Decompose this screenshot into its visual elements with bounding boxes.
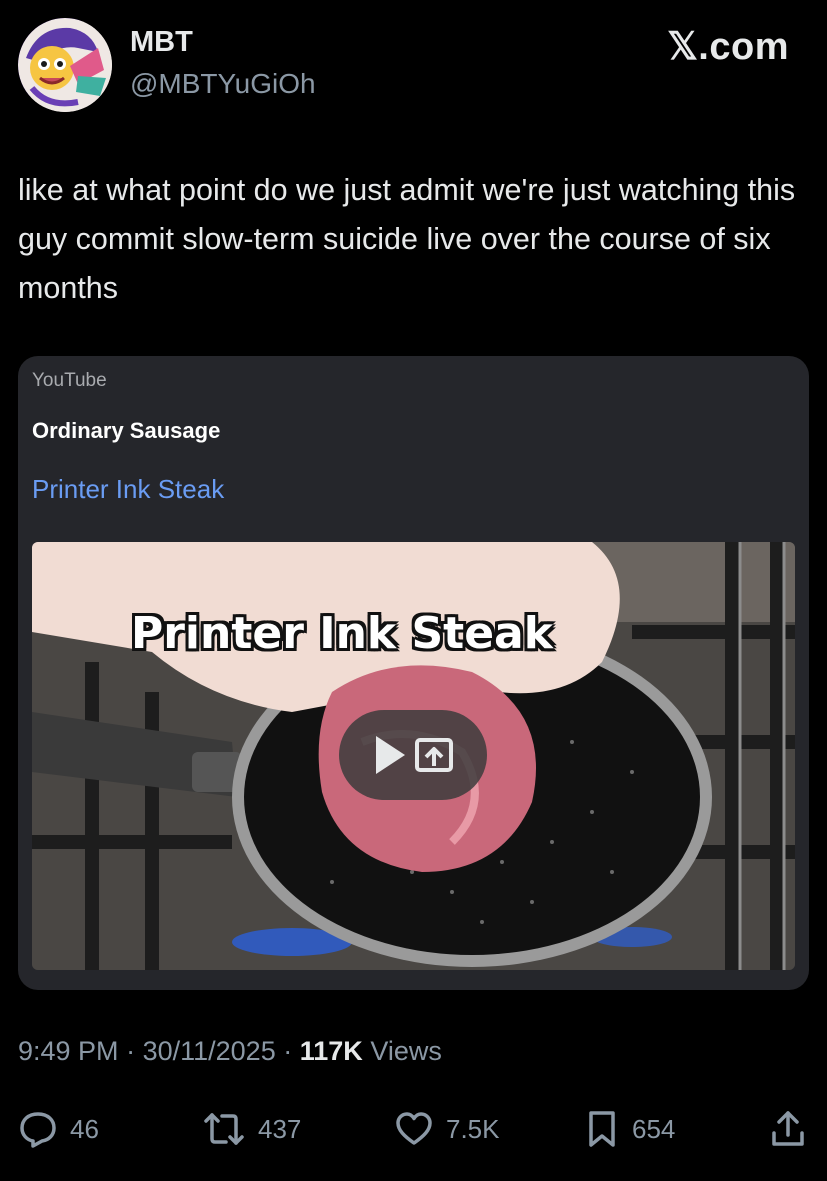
reply-button[interactable]: 46 xyxy=(18,1104,99,1154)
repost-button[interactable]: 437 xyxy=(202,1104,301,1154)
tweet-text: like at what point do we just admit we'r… xyxy=(18,173,796,305)
tweet-meta: 9:49 PM · 30/11/2025 · 117K Views xyxy=(18,1036,442,1067)
meta-separator: · xyxy=(126,1036,143,1066)
user-handle[interactable]: @MBTYuGiOh xyxy=(130,68,316,100)
open-external-icon xyxy=(415,738,453,772)
play-button[interactable] xyxy=(339,710,487,800)
avatar[interactable] xyxy=(18,18,112,112)
link-card[interactable]: YouTube Ordinary Sausage Printer Ink Ste… xyxy=(18,356,809,990)
like-button[interactable]: 7.5K xyxy=(394,1104,500,1154)
repost-icon xyxy=(204,1113,244,1145)
views-count: 117K xyxy=(299,1036,363,1066)
meta-separator: · xyxy=(283,1036,300,1066)
action-bar: 46 437 7.5K 654 xyxy=(18,1104,809,1154)
card-title-link[interactable]: Printer Ink Steak xyxy=(32,474,224,505)
display-name[interactable]: MBT xyxy=(130,26,193,59)
bookmark-button[interactable]: 654 xyxy=(584,1104,675,1154)
tweet-time[interactable]: 9:49 PM xyxy=(18,1036,119,1066)
heart-icon xyxy=(396,1112,432,1145)
card-provider: YouTube xyxy=(32,370,107,391)
reply-icon xyxy=(20,1112,56,1148)
views-label: Views xyxy=(370,1036,442,1066)
tweet-date[interactable]: 30/11/2025 xyxy=(143,1036,276,1066)
video-caption: Printer Ink Steak xyxy=(130,608,554,659)
bookmark-count: 654 xyxy=(632,1113,676,1144)
like-count: 7.5K xyxy=(446,1113,500,1144)
tweet-header: MBT @MBTYuGiOh 𝕏.com xyxy=(18,16,809,116)
x-logo: 𝕏.com xyxy=(667,26,789,68)
bookmark-icon xyxy=(589,1111,615,1147)
video-thumbnail[interactable]: Printer Ink Steak xyxy=(32,542,795,970)
card-author[interactable]: Ordinary Sausage xyxy=(32,418,220,444)
share-button[interactable] xyxy=(770,1104,806,1154)
repost-count: 437 xyxy=(258,1113,302,1144)
reply-count: 46 xyxy=(70,1113,99,1144)
play-icon xyxy=(376,736,405,774)
share-icon xyxy=(772,1111,804,1146)
